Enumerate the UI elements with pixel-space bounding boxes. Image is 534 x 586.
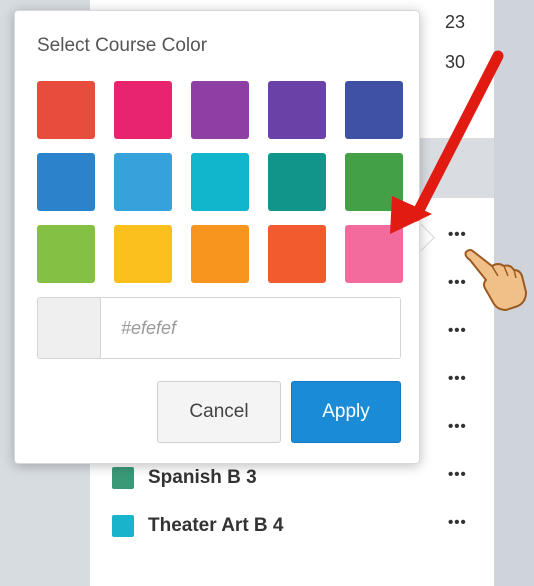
annotation-arrow (390, 50, 504, 234)
arrow-shaft (410, 50, 504, 222)
pointing-hand-icon (464, 249, 527, 311)
